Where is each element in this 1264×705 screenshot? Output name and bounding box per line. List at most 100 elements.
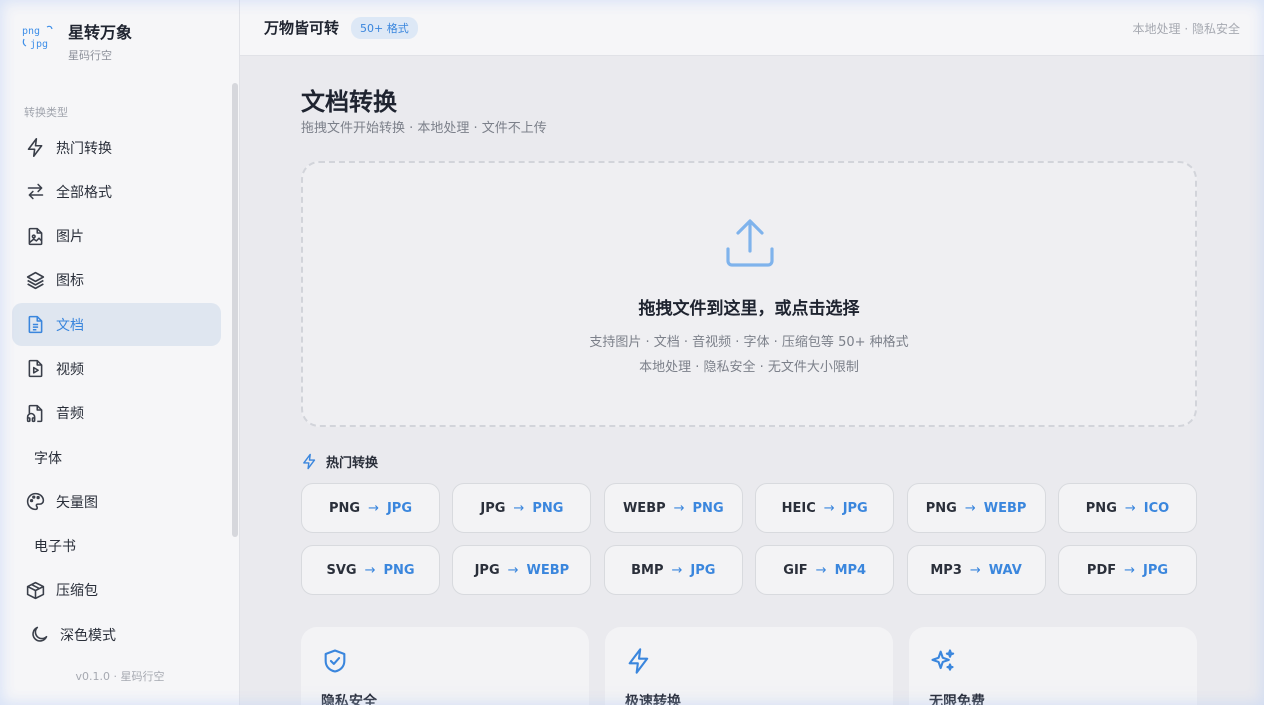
- lightning-icon: [24, 137, 46, 159]
- brand-title: 星转万象: [68, 23, 133, 42]
- target-format: JPG: [1143, 562, 1169, 578]
- target-format: WAV: [988, 562, 1022, 578]
- hot-conversions-label: 热门转换: [326, 456, 379, 471]
- conversion-button-jpg-to-webp[interactable]: JPG → WEBP: [452, 545, 592, 595]
- sidebar-item-vector[interactable]: 矢量图: [12, 480, 221, 523]
- page-title: 文档转换: [301, 88, 397, 116]
- file-dropzone[interactable]: 拖拽文件到这里，或点击选择 支持图片 · 文档 · 音视频 · 字体 · 压缩包…: [301, 161, 1197, 427]
- brand-subtitle: 星码行空: [68, 49, 112, 62]
- sidebar-item-label: 视频: [56, 361, 84, 378]
- sidebar-item-audio[interactable]: 音频: [12, 392, 221, 435]
- source-format: PNG: [328, 500, 361, 516]
- target-format: JPG: [842, 500, 868, 516]
- lightning-icon: [628, 648, 649, 674]
- image-file-icon: [24, 225, 46, 247]
- format-count-badge: 50+ 格式: [351, 16, 418, 39]
- sidebar-item-archives[interactable]: 压缩包: [12, 569, 221, 612]
- conversion-button-svg-to-png[interactable]: SVG → PNG: [301, 545, 440, 595]
- target-format: PNG: [383, 562, 415, 578]
- source-format: WEBP: [622, 500, 666, 516]
- arrow-right-icon: →: [671, 562, 683, 578]
- arrow-right-icon: →: [507, 562, 519, 578]
- source-format: GIF: [783, 562, 808, 578]
- sparkles-icon: [931, 649, 955, 671]
- arrow-right-icon: →: [368, 500, 379, 516]
- sidebar-item-label: 字体: [34, 450, 62, 467]
- target-format: ICO: [1143, 500, 1170, 516]
- arrow-right-icon: →: [969, 562, 981, 578]
- sidebar: png jpg 星转万象 星码行空 转换类型 热门转换 全部格式 图片 图标 文…: [0, 0, 240, 705]
- dark-mode-label: 深色模式: [60, 627, 116, 644]
- arrow-right-icon: →: [673, 500, 685, 516]
- target-format: JPG: [386, 500, 413, 516]
- topbar-status: 本地处理 · 隐私安全: [1132, 22, 1240, 36]
- swap-arrows-icon: [24, 181, 46, 203]
- target-format: PNG: [532, 500, 564, 516]
- logo-text-top: png: [22, 26, 41, 37]
- source-format: SVG: [326, 562, 357, 578]
- dark-mode-toggle[interactable]: 深色模式: [12, 613, 221, 656]
- source-format: BMP: [631, 562, 664, 578]
- target-format: WEBP: [983, 500, 1027, 516]
- sidebar-item-label: 矢量图: [56, 494, 98, 511]
- arrow-right-icon: →: [364, 562, 376, 578]
- sidebar-item-hot[interactable]: 热门转换: [12, 126, 221, 169]
- dropzone-hint: 支持图片 · 文档 · 音视频 · 字体 · 压缩包等 50+ 种格式: [589, 335, 909, 350]
- conversion-button-heic-to-jpg[interactable]: HEIC → JPG: [755, 483, 895, 533]
- conversion-button-jpg-to-png[interactable]: JPG → PNG: [452, 483, 592, 533]
- shield-check-icon: [324, 649, 346, 673]
- conversion-button-mp3-to-wav[interactable]: MP3 → WAV: [906, 545, 1046, 595]
- brand-logo: png jpg: [22, 22, 54, 56]
- layers-icon: [24, 269, 46, 291]
- document-icon: [24, 314, 46, 336]
- video-file-icon: [24, 358, 46, 380]
- sidebar-item-images[interactable]: 图片: [12, 215, 221, 258]
- arrow-right-icon: →: [823, 500, 835, 516]
- conversion-button-webp-to-png[interactable]: WEBP → PNG: [603, 483, 743, 533]
- sidebar-item-fonts[interactable]: 字体: [12, 436, 221, 479]
- conversion-button-pdf-to-jpg[interactable]: PDF → JPG: [1058, 545, 1197, 595]
- package-icon: [24, 579, 46, 601]
- lightning-icon: [303, 453, 316, 470]
- source-format: PDF: [1086, 562, 1117, 578]
- sidebar-nav: 热门转换 全部格式 图片 图标 文档 视频 音频 字体 矢量图 电子书 压缩包 …: [12, 126, 221, 658]
- sidebar-item-label: 压缩包: [56, 583, 98, 600]
- sidebar-item-icons[interactable]: 图标: [12, 259, 221, 302]
- upload-icon: [726, 219, 774, 267]
- sidebar-item-all-formats[interactable]: 全部格式: [12, 170, 221, 213]
- sidebar-item-ebooks[interactable]: 电子书: [12, 525, 221, 568]
- feature-card-privacy: 隐私安全: [301, 627, 589, 705]
- sidebar-item-documents[interactable]: 文档: [12, 303, 221, 347]
- sidebar-item-video[interactable]: 视频: [12, 347, 221, 390]
- sidebar-item-label: 音频: [56, 406, 84, 423]
- feature-card-speed: 极速转换: [605, 627, 893, 705]
- arrow-right-icon: →: [964, 500, 976, 516]
- conversion-button-gif-to-mp4[interactable]: GIF → MP4: [755, 545, 895, 595]
- topbar: 万物皆可转 50+ 格式 本地处理 · 隐私安全: [240, 0, 1264, 56]
- target-format: JPG: [690, 562, 716, 578]
- source-format: PNG: [925, 500, 957, 516]
- logo-text-bottom: jpg: [30, 39, 49, 50]
- feature-title: 无限免费: [929, 694, 985, 705]
- feature-title: 极速转换: [625, 694, 681, 705]
- source-format: JPG: [474, 562, 500, 578]
- arrow-right-icon: →: [1124, 500, 1136, 516]
- palette-icon: [24, 491, 46, 513]
- sidebar-item-label: 图标: [56, 273, 84, 290]
- conversion-button-png-to-jpg[interactable]: PNG → JPG: [301, 483, 440, 533]
- moon-icon: [28, 624, 50, 646]
- sidebar-scrollbar[interactable]: [232, 83, 238, 537]
- sidebar-item-label: 热门转换: [56, 140, 112, 157]
- conversion-button-bmp-to-jpg[interactable]: BMP → JPG: [603, 545, 743, 595]
- topbar-title: 万物皆可转: [264, 19, 340, 37]
- target-format: MP4: [834, 562, 867, 578]
- arrow-right-icon: →: [513, 500, 525, 516]
- dropzone-note: 本地处理 · 隐私安全 · 无文件大小限制: [639, 360, 859, 375]
- arrow-right-icon: →: [1124, 562, 1136, 578]
- conversion-button-png-to-webp[interactable]: PNG → WEBP: [906, 483, 1046, 533]
- conversion-button-png-to-ico[interactable]: PNG → ICO: [1058, 483, 1197, 533]
- source-format: JPG: [480, 500, 506, 516]
- dropzone-title: 拖拽文件到这里，或点击选择: [638, 299, 860, 319]
- feature-title: 隐私安全: [321, 694, 377, 705]
- brand[interactable]: png jpg 星转万象 星码行空: [22, 22, 132, 63]
